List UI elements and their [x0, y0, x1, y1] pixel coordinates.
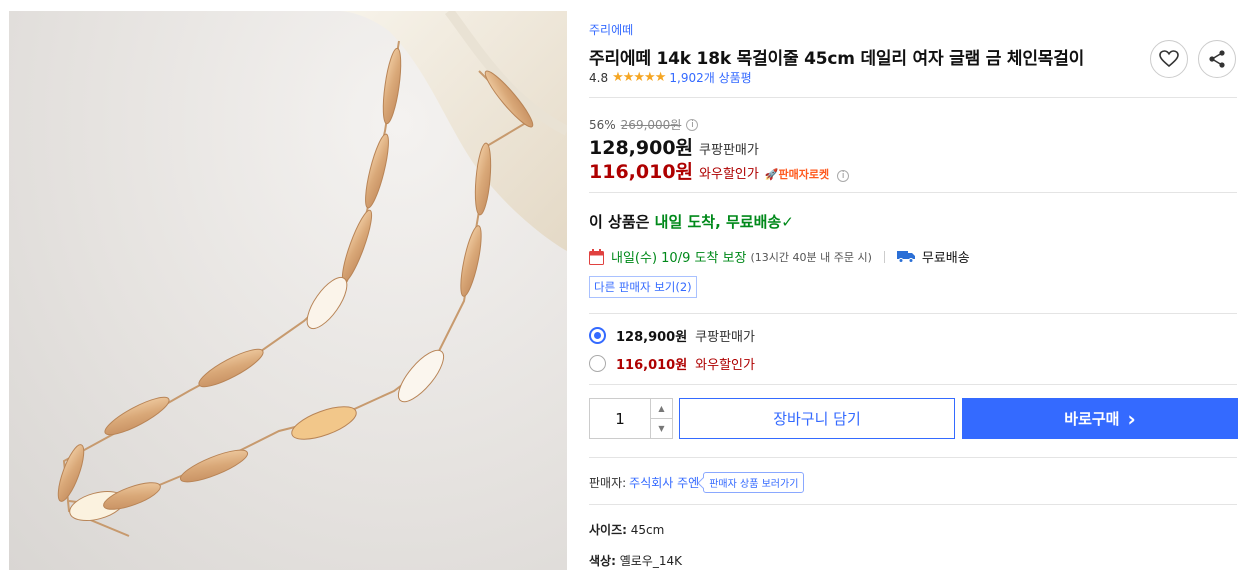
option-label: 와우할인가: [695, 358, 755, 373]
delivery-headline-highlight: 내일 도착, 무료배송: [654, 213, 782, 231]
rating-value: 4.8: [589, 70, 609, 85]
seller-label: 판매자:: [589, 476, 627, 490]
review-count-link[interactable]: 1,902개 상품평: [669, 69, 751, 86]
buy-now-button[interactable]: 바로구매 ›: [962, 398, 1238, 439]
arrival-date: 내일(수) 10/9 도착 보장: [611, 251, 747, 266]
divider: [589, 313, 1237, 314]
divider: [589, 384, 1237, 385]
discount-row: 56% 269,000원 i: [589, 116, 699, 133]
shipping-fee: 무료배송: [921, 251, 970, 266]
seller-name-link[interactable]: 주식회사 주엔: [629, 474, 699, 491]
divider: [589, 504, 1237, 505]
divider: [589, 457, 1237, 458]
option-price: 116,010원: [616, 358, 688, 373]
seller-store-link[interactable]: 판매자 상품 보러가기: [703, 472, 805, 493]
truck-icon: [896, 251, 915, 263]
option-coupang-price[interactable]: 128,900원 쿠팡판매가: [589, 326, 755, 345]
check-icon: ✓: [781, 213, 794, 231]
delivery-info-row: 내일(수) 10/9 도착 보장 (13시간 40분 내 주문 시) 무료배송: [589, 247, 970, 266]
chevron-down-icon[interactable]: ▼: [651, 419, 672, 438]
size-value: 45cm: [630, 523, 665, 537]
size-attribute: 사이즈: 45cm: [589, 521, 664, 538]
divider: [589, 97, 1237, 98]
seller-rocket-badge: 🚀판매자로켓: [764, 168, 830, 181]
rating-row: 4.8 ★★★★★ 1,902개 상품평: [589, 69, 752, 86]
heart-icon: [1159, 50, 1179, 68]
other-sellers-button[interactable]: 다른 판매자 보기(2): [589, 276, 697, 298]
option-label: 쿠팡판매가: [695, 330, 755, 345]
buy-now-label: 바로구매: [1064, 410, 1120, 428]
divider: [589, 192, 1237, 193]
share-icon: [1209, 50, 1225, 68]
coupang-price-row: 128,900원 쿠팡판매가: [589, 133, 759, 160]
calendar-icon: [589, 248, 604, 265]
option-price: 128,900원: [616, 330, 688, 345]
quantity-input[interactable]: 1: [590, 399, 650, 438]
coupang-price-label: 쿠팡판매가: [699, 143, 759, 158]
quantity-stepper[interactable]: 1 ▲ ▼: [589, 398, 673, 439]
brand-link[interactable]: 주리에떼: [589, 21, 633, 38]
product-image: [9, 11, 567, 570]
seller-row: 판매자: 주식회사 주엔 판매자 상품 보러가기: [589, 472, 805, 493]
wow-price-row: 116,010원 와우할인가 🚀판매자로켓 i: [589, 157, 850, 184]
order-deadline: (13시간 40분 내 주문 시): [750, 250, 872, 264]
size-label: 사이즈:: [589, 523, 627, 537]
info-icon[interactable]: i: [686, 118, 699, 131]
radio-button[interactable]: [589, 355, 606, 372]
radio-button[interactable]: [589, 327, 606, 344]
favorite-button[interactable]: [1150, 40, 1188, 78]
original-price: 269,000원: [620, 118, 682, 132]
product-info-panel: 주리에떼 주리에떼 14k 18k 목걸이줄 45cm 데일리 여자 글램 금 …: [589, 0, 1239, 570]
separator: [883, 250, 885, 263]
share-button[interactable]: [1198, 40, 1236, 78]
rating-stars-icon: ★★★★★: [612, 70, 666, 85]
necklace-illustration: [57, 11, 567, 537]
wow-price-label: 와우할인가: [699, 167, 759, 182]
chevron-up-icon[interactable]: ▲: [651, 399, 672, 419]
option-wow-price[interactable]: 116,010원 와우할인가: [589, 354, 755, 373]
discount-rate: 56%: [589, 117, 616, 132]
delivery-headline-prefix: 이 상품은: [589, 213, 655, 231]
info-icon[interactable]: i: [837, 170, 850, 182]
wow-price: 116,010원: [589, 161, 694, 183]
coupang-price: 128,900원: [589, 137, 694, 159]
quantity-arrows: ▲ ▼: [650, 399, 672, 438]
add-to-cart-button[interactable]: 장바구니 담기: [679, 398, 955, 439]
product-title: 주리에떼 14k 18k 목걸이줄 45cm 데일리 여자 글램 금 체인목걸이: [589, 49, 1085, 69]
delivery-headline: 이 상품은 내일 도착, 무료배송✓: [589, 211, 794, 232]
chevron-right-icon: ›: [1127, 406, 1136, 431]
color-label: 색상:: [589, 554, 616, 568]
color-value: 옐로우_14K: [619, 554, 682, 568]
color-attribute: 색상: 옐로우_14K: [589, 552, 682, 569]
